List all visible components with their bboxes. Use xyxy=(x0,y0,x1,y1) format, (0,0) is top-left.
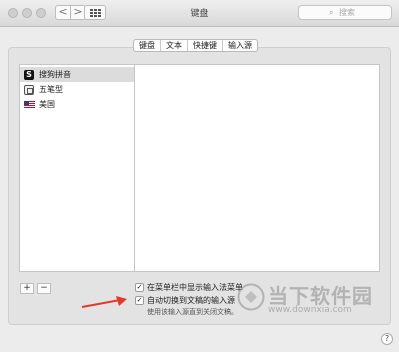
tab-input-sources[interactable]: 输入源 xyxy=(223,40,257,51)
tab-keyboard[interactable]: 键盘 xyxy=(134,40,161,51)
input-source-detail-pane xyxy=(135,64,380,272)
list-item-sogou-pinyin[interactable]: S 搜狗拼音 xyxy=(20,67,134,82)
list-item-us[interactable]: 美国 xyxy=(20,97,134,112)
auto-switch-input-label: 自动切换到文稿的输入源 xyxy=(147,296,235,305)
tab-text[interactable]: 文本 xyxy=(161,40,188,51)
watermark-url: www.downxia.com xyxy=(268,305,352,315)
help-button[interactable]: ? xyxy=(381,333,393,345)
us-flag-icon xyxy=(24,101,35,109)
search-icon: ⌕ xyxy=(329,8,334,17)
list-item-label: 美国 xyxy=(39,100,55,109)
search-input[interactable]: ⌕ 搜索 xyxy=(298,5,392,20)
list-item-wubi[interactable]: 五笔型 xyxy=(20,82,134,97)
add-input-source-button[interactable]: + xyxy=(20,283,34,294)
auto-switch-input-checkbox[interactable]: ✓ xyxy=(135,296,144,305)
list-item-label: 搜狗拼音 xyxy=(39,70,71,79)
show-input-menu-checkbox[interactable]: ✓ xyxy=(135,283,144,292)
list-item-label: 五笔型 xyxy=(39,85,63,94)
auto-switch-note: 使用该输入源直到关闭文稿。 xyxy=(147,308,238,316)
search-placeholder: 搜索 xyxy=(339,8,355,17)
remove-input-source-button[interactable]: − xyxy=(37,283,51,294)
show-input-menu-label: 在菜单栏中显示输入法菜单 xyxy=(147,283,243,292)
watermark-logo xyxy=(237,283,265,311)
title-bar: < > 键盘 ⌕ 搜索 xyxy=(0,0,399,27)
tab-shortcuts[interactable]: 快捷键 xyxy=(188,40,223,51)
input-source-list: S 搜狗拼音 五笔型 美国 xyxy=(19,64,135,272)
sogou-icon: S xyxy=(24,70,34,80)
tab-bar: 键盘 文本 快捷键 输入源 xyxy=(133,39,258,52)
wubi-icon xyxy=(24,85,34,95)
annotation-arrow xyxy=(81,296,127,308)
